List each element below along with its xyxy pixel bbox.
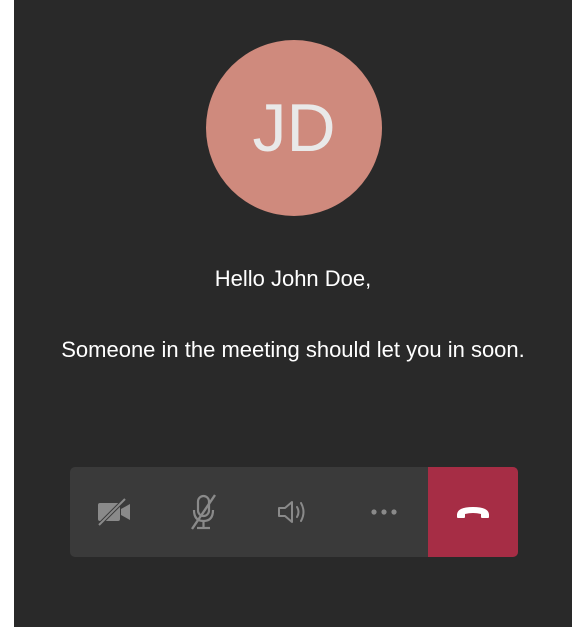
- video-off-icon: [97, 497, 130, 527]
- pre-join-screen: JD Hello John Doe, Someone in the meetin…: [14, 0, 572, 627]
- hang-up-button[interactable]: [428, 467, 518, 557]
- mic-muted-button[interactable]: [160, 467, 250, 557]
- avatar: JD: [206, 40, 382, 216]
- greeting-text: Hello John Doe,: [214, 266, 372, 291]
- more-options-button[interactable]: [339, 467, 429, 557]
- call-controls-toolbar: [70, 467, 518, 557]
- phone-hangup-icon: [457, 507, 490, 518]
- speaker-icon: [277, 501, 305, 523]
- lobby-message: Someone in the meeting should let you in…: [61, 337, 525, 362]
- speaker-button[interactable]: [249, 467, 339, 557]
- camera-off-button[interactable]: [70, 467, 160, 557]
- mic-off-icon: [191, 494, 217, 530]
- avatar-initials: JD: [252, 90, 336, 166]
- ellipsis-icon: [370, 509, 397, 515]
